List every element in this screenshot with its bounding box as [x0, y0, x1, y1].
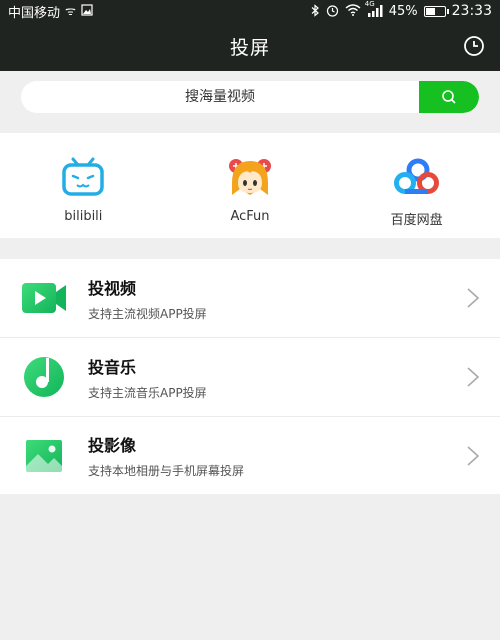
search-input[interactable]: [21, 81, 419, 113]
clock-history-icon: [464, 36, 484, 56]
clock: 23:33: [451, 3, 492, 19]
baidu-netdisk-icon: [393, 153, 441, 201]
item-subtitle: 支持本地相册与手机屏幕投屏: [88, 464, 245, 478]
cast-options-list: 投视频 支持主流视频APP投屏 投音乐 支持主流音乐APP投屏 投影像 支持本地…: [0, 259, 500, 494]
battery-fill: [425, 7, 435, 15]
item-text: 投影像 支持本地相册与手机屏幕投屏: [88, 432, 466, 479]
item-text: 投视频 支持主流视频APP投屏: [88, 275, 466, 322]
item-subtitle: 支持主流视频APP投屏: [88, 306, 207, 321]
cast-image-item[interactable]: 投影像 支持本地相册与手机屏幕投屏: [0, 417, 500, 494]
status-right: 4G 45% 23:33: [311, 1, 492, 19]
search-bar: [21, 81, 479, 113]
wifi-hotspot-icon: ᯤ: [65, 4, 76, 18]
bilibili-icon: [59, 153, 107, 201]
item-title: 投视频: [88, 278, 137, 298]
search-button[interactable]: [419, 81, 479, 113]
bluetooth-icon: [311, 3, 320, 19]
cellular-signal-icon: 4G: [365, 1, 383, 17]
carrier-name: 中国移动: [8, 5, 61, 21]
search-section: [0, 71, 500, 133]
cast-music-item[interactable]: 投音乐 支持主流音乐APP投屏: [0, 338, 500, 417]
image-icon: [20, 432, 68, 480]
music-note-icon: [20, 353, 68, 401]
app-bar: 投屏: [0, 22, 500, 71]
wifi-icon: [345, 4, 361, 18]
acfun-icon: [226, 153, 274, 201]
gallery-notification-icon: [81, 4, 93, 18]
supported-apps-row: bilibili AcFun 百度网盘: [0, 133, 500, 238]
item-title: 投影像: [88, 436, 137, 455]
app-acfun[interactable]: AcFun: [167, 133, 334, 238]
app-bilibili[interactable]: bilibili: [0, 133, 167, 238]
search-icon: [442, 90, 456, 104]
app-label: bilibili: [64, 209, 103, 224]
alarm-icon: [326, 4, 339, 19]
item-subtitle: 支持主流音乐APP投屏: [88, 385, 207, 400]
history-button[interactable]: [462, 34, 486, 58]
app-label: AcFun: [230, 209, 270, 224]
video-camera-icon: [20, 274, 68, 322]
chevron-right-icon: [467, 367, 480, 387]
battery-percent: 45%: [388, 3, 418, 19]
status-bar: 中国移动 ᯤ 4G 45% 23:33: [0, 0, 500, 22]
cast-video-item[interactable]: 投视频 支持主流视频APP投屏: [0, 259, 500, 338]
chevron-right-icon: [467, 288, 480, 308]
app-baidu-netdisk[interactable]: 百度网盘: [333, 133, 500, 238]
network-type: 4G: [364, 0, 375, 8]
item-text: 投音乐 支持主流音乐APP投屏: [88, 354, 466, 401]
item-title: 投音乐: [88, 357, 137, 377]
chevron-right-icon: [467, 445, 480, 466]
page-title: 投屏: [229, 37, 270, 59]
battery-icon: [423, 5, 449, 17]
app-label: 百度网盘: [390, 213, 443, 228]
status-left: 中国移动 ᯤ: [8, 2, 93, 21]
